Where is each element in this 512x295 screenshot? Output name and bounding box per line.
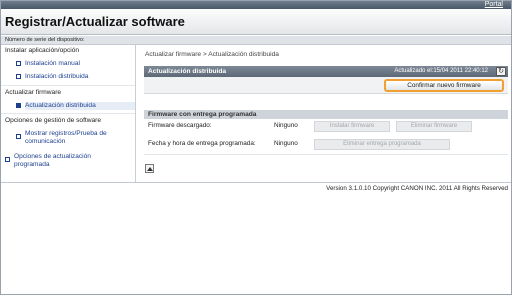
bullet-icon: [16, 61, 21, 66]
panel-header: Actualización distribuida Actualizado el…: [144, 66, 508, 77]
sidebar-divider: [1, 113, 135, 114]
sidebar-item-label-line2: programada: [14, 161, 50, 168]
confirm-new-firmware-button[interactable]: Confirmar nuevo firmware: [384, 79, 504, 92]
app-window: Portal Registrar/Actualizar software Núm…: [0, 0, 512, 295]
title-bar: Registrar/Actualizar software: [1, 9, 511, 35]
downloaded-label: Firmware descargado:: [148, 122, 212, 129]
sidebar-heading-firmware: Actualizar firmware: [5, 89, 62, 96]
delete-firmware-button[interactable]: Eliminar firmware: [396, 121, 472, 132]
sidebar-heading-install: Instalar aplicación/opción: [5, 47, 80, 54]
sidebar-item-logs[interactable]: Mostrar registros/Prueba de comunicación: [16, 130, 107, 146]
bullet-icon: [5, 157, 10, 162]
footer-divider: [1, 182, 511, 183]
sidebar-item-distributed-install[interactable]: Instalación distribuida: [16, 73, 89, 81]
sidebar-item-label: Mostrar registros/Prueba de: [25, 130, 107, 137]
delete-scheduled-delivery-button[interactable]: Eliminar entrega programada: [314, 139, 450, 150]
last-updated: Actualizado el:15/04 2011 22:40:12: [394, 68, 488, 74]
sidebar: Instalar aplicación/opción Instalación m…: [1, 45, 136, 182]
scheduled-section-header: Firmware con entrega programada: [144, 110, 508, 119]
schedule-datetime-label: Fecha y hora de entrega programada:: [148, 140, 256, 147]
portal-link[interactable]: Portal: [485, 1, 503, 9]
sidebar-item-label: Instalación manual: [25, 60, 80, 67]
panel-title: Actualización distribuida: [148, 68, 227, 75]
sidebar-item-manual-install[interactable]: Instalación manual: [16, 60, 80, 68]
panel-body: Confirmar nuevo firmware: [144, 77, 508, 94]
sidebar-item-distributed-update[interactable]: Actualización distribuida: [16, 102, 135, 110]
refresh-icon[interactable]: ↻: [496, 67, 506, 76]
downloaded-value: Ninguno: [274, 122, 298, 129]
serial-bar: Número de serie del dispositivo:: [1, 36, 511, 45]
bullet-icon: [16, 74, 21, 79]
install-firmware-button[interactable]: Instalar firmware: [314, 121, 390, 132]
sidebar-item-label: Actualización distribuida: [25, 102, 96, 109]
version-copyright: Version 3.1.0.10 Copyright CANON INC. 20…: [326, 185, 508, 192]
sidebar-item-label: Instalación distribuida: [25, 73, 89, 80]
top-bar: Portal: [1, 1, 511, 9]
sidebar-item-label: Opciones de actualización: [14, 153, 91, 160]
sidebar-divider: [1, 85, 135, 86]
breadcrumb: Actualizar firmware > Actualización dist…: [145, 51, 279, 58]
scheduled-section-body: Firmware descargado: Ninguno Instalar fi…: [144, 119, 508, 155]
page-title: Registrar/Actualizar software: [5, 14, 185, 29]
sidebar-item-scheduled-update[interactable]: Opciones de actualización programada: [5, 153, 91, 169]
scheduled-section-title: Firmware con entrega programada: [148, 111, 257, 118]
serial-number-label: Número de serie del dispositivo:: [5, 37, 85, 43]
bullet-icon: [16, 103, 21, 108]
main-content: Actualizar firmware > Actualización dist…: [137, 45, 511, 182]
scroll-top-icon[interactable]: [145, 164, 154, 173]
schedule-datetime-value: Ninguno: [274, 140, 298, 147]
bullet-icon: [16, 134, 21, 139]
sidebar-heading-management: Opciones de gestión de software: [5, 117, 102, 124]
sidebar-item-label-line2: comunicación: [25, 138, 66, 145]
